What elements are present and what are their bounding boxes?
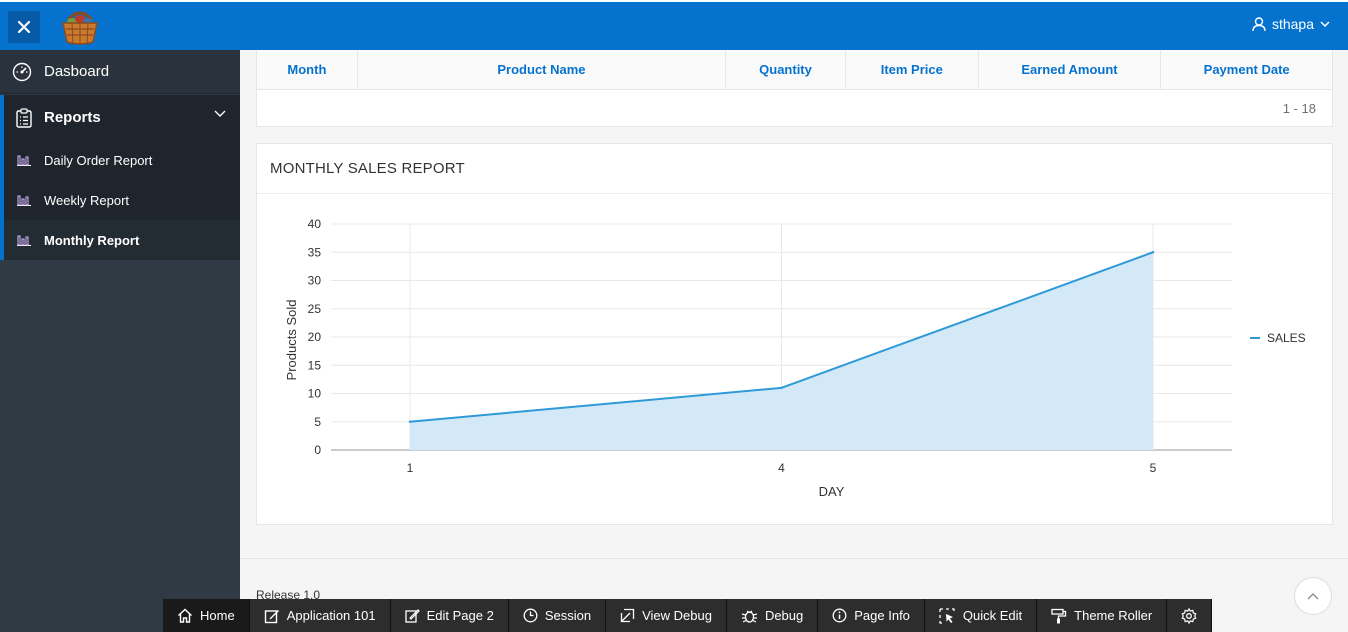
paint-roller-icon bbox=[1051, 608, 1067, 623]
main-content: Month Product Name Quantity Item Price E… bbox=[240, 50, 1348, 632]
bar-chart-icon bbox=[4, 234, 44, 246]
sidebar-item-label: Reports bbox=[44, 109, 101, 126]
cursor-select-icon bbox=[939, 607, 955, 624]
scroll-to-top-button[interactable] bbox=[1294, 577, 1332, 615]
x-tick-label: 5 bbox=[1150, 461, 1157, 475]
dev-button-label: Quick Edit bbox=[962, 608, 1023, 623]
basket-logo-icon bbox=[62, 11, 98, 45]
dev-home-button[interactable]: Home bbox=[163, 599, 250, 632]
y-tick-label: 40 bbox=[308, 217, 322, 231]
sidebar-item-monthly-report[interactable]: Monthly Report bbox=[0, 220, 240, 260]
y-axis-label: Products Sold bbox=[284, 300, 299, 381]
developer-toolbar: Home Application 101 Edit Page 2 Session… bbox=[163, 599, 1213, 632]
sales-area-chart: 0 5 10 15 20 25 30 35 40 1 4 5 DAY Products Sold SALES bbox=[284, 217, 1306, 499]
dev-button-label: Page Info bbox=[854, 608, 910, 623]
bar-chart-icon bbox=[4, 194, 44, 206]
interactive-report: Month Product Name Quantity Item Price E… bbox=[256, 50, 1333, 127]
dev-button-label: Debug bbox=[764, 608, 804, 623]
column-header-payment-date[interactable]: Payment Date bbox=[1161, 50, 1332, 89]
clipboard-icon bbox=[4, 107, 44, 128]
gear-icon bbox=[1181, 607, 1197, 624]
x-tick-label: 4 bbox=[778, 461, 785, 475]
user-menu[interactable]: sthapa bbox=[1252, 16, 1330, 32]
y-tick-label: 5 bbox=[314, 415, 321, 429]
close-icon bbox=[17, 20, 31, 34]
dev-button-label: Session bbox=[544, 608, 592, 623]
bug-icon bbox=[741, 609, 758, 623]
dev-page-info-button[interactable]: Page Info bbox=[818, 599, 925, 632]
chevron-down-icon[interactable] bbox=[214, 110, 226, 118]
sales-data-point bbox=[1151, 251, 1155, 254]
chevron-down-icon bbox=[1320, 20, 1330, 27]
sidebar-item-daily-order-report[interactable]: Daily Order Report bbox=[0, 140, 240, 180]
app-header: sthapa bbox=[0, 2, 1348, 50]
dev-application-button[interactable]: Application 101 bbox=[249, 599, 391, 632]
pencil-icon bbox=[404, 609, 420, 623]
dev-quick-edit-button[interactable]: Quick Edit bbox=[924, 599, 1038, 632]
x-axis-label: DAY bbox=[819, 484, 845, 499]
y-tick-label: 25 bbox=[308, 302, 322, 316]
dev-button-label: Edit Page 2 bbox=[426, 608, 494, 623]
x-tick-label: 1 bbox=[407, 461, 414, 475]
dev-button-label: View Debug bbox=[642, 608, 712, 623]
view-debug-icon bbox=[620, 608, 635, 623]
y-tick-label: 20 bbox=[308, 330, 322, 344]
report-header-row: Month Product Name Quantity Item Price E… bbox=[257, 50, 1332, 90]
legend-label: SALES bbox=[1267, 331, 1306, 345]
column-header-quantity[interactable]: Quantity bbox=[726, 50, 846, 89]
column-header-earned-amount[interactable]: Earned Amount bbox=[979, 50, 1162, 89]
y-tick-label: 0 bbox=[314, 443, 321, 457]
edit-icon bbox=[264, 609, 279, 623]
dev-theme-roller-button[interactable]: Theme Roller bbox=[1037, 599, 1168, 632]
column-header-month[interactable]: Month bbox=[257, 50, 358, 89]
y-tick-label: 15 bbox=[308, 358, 322, 372]
pagination-range: 1 - 18 bbox=[1282, 101, 1316, 116]
y-tick-label: 10 bbox=[308, 387, 322, 401]
app-logo[interactable] bbox=[58, 4, 102, 48]
sidebar-item-label: Dasboard bbox=[44, 63, 110, 80]
sidebar-nav: Dasboard Reports Daily Order Report Week… bbox=[0, 50, 240, 632]
sidebar-item-label: Monthly Report bbox=[44, 232, 140, 248]
dev-edit-page-button[interactable]: Edit Page 2 bbox=[390, 599, 509, 632]
dev-settings-button[interactable] bbox=[1167, 599, 1213, 632]
dev-view-debug-button[interactable]: View Debug bbox=[606, 599, 727, 632]
dev-button-label: Application 101 bbox=[286, 608, 376, 623]
speedometer-icon bbox=[0, 62, 44, 82]
footer-divider bbox=[240, 558, 1348, 559]
sidebar-item-reports[interactable]: Reports bbox=[0, 95, 240, 140]
dev-debug-button[interactable]: Debug bbox=[726, 599, 819, 632]
home-icon bbox=[178, 608, 192, 623]
user-icon bbox=[1252, 16, 1266, 31]
dev-session-button[interactable]: Session bbox=[508, 599, 607, 632]
sidebar-item-weekly-report[interactable]: Weekly Report bbox=[0, 180, 240, 220]
sidebar-item-label: Daily Order Report bbox=[44, 152, 153, 168]
dev-button-label: Home bbox=[200, 608, 235, 623]
username: sthapa bbox=[1271, 16, 1314, 32]
y-tick-label: 30 bbox=[308, 274, 322, 288]
sales-data-point bbox=[408, 420, 412, 423]
info-icon bbox=[832, 608, 847, 623]
dev-button-label: Theme Roller bbox=[1074, 608, 1153, 623]
y-tick-label: 35 bbox=[308, 245, 322, 259]
monthly-sales-chart-region: MONTHLY SALES REPORT 0 5 10 15 20 25 30 35 40 1 4 5… bbox=[256, 143, 1333, 525]
sales-data-point bbox=[780, 386, 783, 390]
clock-icon bbox=[523, 608, 538, 623]
bar-chart-icon bbox=[4, 154, 44, 166]
sidebar-item-label: Weekly Report bbox=[44, 192, 130, 208]
close-nav-button[interactable] bbox=[8, 11, 40, 43]
chevron-up-icon bbox=[1307, 593, 1319, 600]
sidebar-item-dashboard[interactable]: Dasboard bbox=[0, 50, 240, 94]
column-header-product-name[interactable]: Product Name bbox=[358, 50, 727, 89]
column-header-item-price[interactable]: Item Price bbox=[846, 50, 979, 89]
